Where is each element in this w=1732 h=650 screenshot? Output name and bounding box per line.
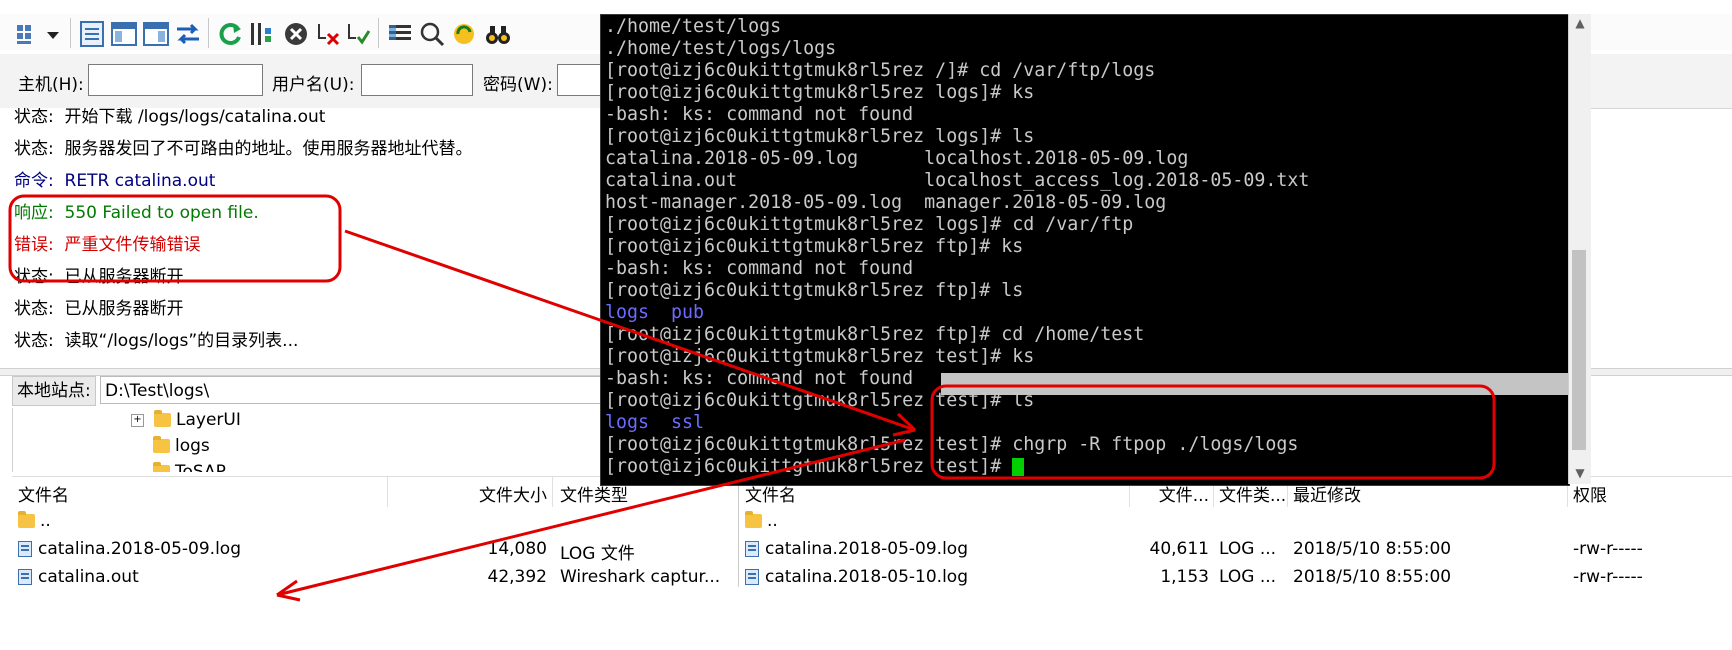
terminal-line-listing: logs ssl <box>605 412 705 433</box>
cancel-icon[interactable] <box>282 20 310 48</box>
terminal-prompt-line: [root@izj6c0ukittgtmuk8rl5rez test]# <box>605 456 1025 478</box>
file-size: 14,080 <box>487 539 547 559</box>
folder-icon <box>745 511 762 528</box>
table-row[interactable]: .. <box>18 511 51 531</box>
column-header-permissions[interactable]: 权限 <box>1573 481 1607 506</box>
file-size: 40,611 <box>1149 539 1209 559</box>
terminal-line: [root@izj6c0ukittgtmuk8rl5rez ftp]# cd /… <box>605 324 1145 345</box>
directory-listing-filter-icon[interactable] <box>386 20 414 48</box>
username-input[interactable] <box>361 64 473 96</box>
message-log-icon[interactable] <box>78 20 106 48</box>
toolbar-divider <box>70 18 71 48</box>
terminal-line: [root@izj6c0ukittgtmuk8rl5rez logs]# cd … <box>605 214 1134 235</box>
file-icon <box>745 541 759 557</box>
table-row[interactable]: catalina.2018-05-09.log <box>745 539 968 559</box>
remote-file-list: 文件名 文件... 文件类... 最近修改 权限 .. catalina.201… <box>738 476 1732 587</box>
terminal-line-listing: logs pub <box>605 302 705 323</box>
terminal-line: [root@izj6c0ukittgtmuk8rl5rez ftp]# ls <box>605 280 1024 301</box>
file-size: 1,153 <box>1160 567 1209 587</box>
log-line: 状态: 读取“/logs/logs”的目录列表... <box>14 331 299 351</box>
file-type: Wireshark captur... <box>560 567 721 587</box>
folder-icon <box>154 410 171 427</box>
file-permissions: -rw-r----- <box>1573 567 1643 587</box>
sync-browsing-icon[interactable] <box>450 20 478 48</box>
file-permissions: -rw-r----- <box>1573 539 1643 559</box>
host-label: 主机(H): <box>18 75 84 95</box>
table-row[interactable]: catalina.out <box>18 567 139 587</box>
file-icon <box>745 569 759 585</box>
file-type: LOG ... <box>1219 539 1277 559</box>
log-line-error: 错误: 严重文件传输错误 <box>14 235 201 255</box>
folder-icon <box>18 511 35 528</box>
tree-item-tosap[interactable]: ToSAP <box>153 462 226 472</box>
terminal-line: catalina.out localhost_access_log.2018-0… <box>605 170 1310 191</box>
search-icon[interactable] <box>418 20 446 48</box>
terminal-line: ./home/test/logs <box>605 16 782 37</box>
terminal-cursor <box>1012 458 1025 476</box>
terminal-line: [root@izj6c0ukittgtmuk8rl5rez logs]# ks <box>605 82 1035 103</box>
local-tree-icon[interactable] <box>110 20 138 48</box>
reconnect-icon[interactable] <box>344 20 372 48</box>
file-modified: 2018/5/10 8:55:00 <box>1293 539 1452 559</box>
binoculars-icon[interactable] <box>484 20 512 48</box>
tree-item-logs[interactable]: logs <box>153 436 210 456</box>
log-line-response: 响应: 550 Failed to open file. <box>14 203 259 223</box>
host-input[interactable] <box>88 64 263 96</box>
log-line: 状态: 已从服务器断开 <box>14 267 184 287</box>
expand-icon[interactable]: + <box>131 413 144 427</box>
ssh-terminal[interactable]: ./home/test/logs ./home/test/logs/logs [… <box>600 14 1570 486</box>
column-header-filesize[interactable]: 文件大小 <box>432 481 547 506</box>
scroll-down-icon[interactable]: ▼ <box>1569 466 1591 480</box>
local-file-list: 文件名 ^ 文件大小 文件类型 .. catalina.2018-05-09.l… <box>12 476 734 587</box>
file-size: 42,392 <box>487 567 547 587</box>
log-line: 状态: 开始下载 /logs/logs/catalina.out <box>14 108 326 127</box>
toolbar-divider <box>208 18 209 48</box>
file-icon <box>18 569 32 585</box>
file-modified: 2018/5/10 8:55:00 <box>1293 567 1452 587</box>
dropdown-arrow-icon[interactable] <box>44 20 62 48</box>
file-icon <box>18 541 32 557</box>
column-divider <box>387 477 388 507</box>
terminal-line: [root@izj6c0ukittgtmuk8rl5rez test]# ls <box>605 390 1035 411</box>
local-site-label: 本地站点: <box>12 376 96 406</box>
remote-tree-icon[interactable] <box>142 20 170 48</box>
tree-item-layerui[interactable]: + LayerUI <box>131 410 241 430</box>
terminal-line: host-manager.2018-05-09.log manager.2018… <box>605 192 1167 213</box>
file-type: LOG 文件 <box>560 544 635 564</box>
terminal-line: -bash: ks: command not found <box>605 368 914 389</box>
column-divider <box>552 477 553 507</box>
table-row[interactable]: catalina.2018-05-10.log <box>745 567 968 587</box>
terminal-line: [root@izj6c0ukittgtmuk8rl5rez ftp]# ks <box>605 236 1024 257</box>
column-header-filename[interactable]: 文件名 <box>18 481 69 506</box>
terminal-line: -bash: ks: command not found <box>605 258 914 279</box>
password-label: 密码(W): <box>483 75 553 95</box>
table-row[interactable]: .. <box>745 511 778 531</box>
sort-arrow-icon: ^ <box>207 476 218 486</box>
site-manager-icon[interactable] <box>14 20 42 48</box>
terminal-line: ./home/test/logs/logs <box>605 38 837 59</box>
log-line: 状态: 服务器发回了不可路由的地址。使用服务器地址代替。 <box>14 139 473 159</box>
table-row[interactable]: catalina.2018-05-09.log <box>18 539 241 559</box>
terminal-line: [root@izj6c0ukittgtmuk8rl5rez /]# cd /va… <box>605 60 1156 81</box>
file-type: LOG ... <box>1219 567 1277 587</box>
process-queue-icon[interactable] <box>248 20 276 48</box>
terminal-line: catalina.2018-05-09.log localhost.2018-0… <box>605 148 1189 169</box>
log-line: 状态: 已从服务器断开 <box>14 299 184 319</box>
disconnect-icon[interactable] <box>314 20 342 48</box>
terminal-line: [root@izj6c0ukittgtmuk8rl5rez test]# ks <box>605 346 1035 367</box>
terminal-line: -bash: ks: command not found <box>605 104 914 125</box>
terminal-line: [root@izj6c0ukittgtmuk8rl5rez test]# chg… <box>605 434 1299 455</box>
folder-icon <box>153 436 170 453</box>
toolbar-divider <box>378 18 379 48</box>
log-line-command: 命令: RETR catalina.out <box>14 171 216 191</box>
terminal-line: [root@izj6c0ukittgtmuk8rl5rez logs]# ls <box>605 126 1035 147</box>
folder-icon <box>153 462 170 472</box>
refresh-icon[interactable] <box>216 20 244 48</box>
terminal-scrollbar-thumb[interactable] <box>1572 250 1586 450</box>
terminal-selection-highlight <box>941 373 1569 395</box>
username-label: 用户名(U): <box>272 75 355 95</box>
scroll-up-icon[interactable]: ▲ <box>1569 16 1591 30</box>
transfer-queue-icon[interactable] <box>174 20 202 48</box>
message-log: 状态: 开始下载 /logs/logs/catalina.out 状态: 服务器… <box>0 108 640 368</box>
